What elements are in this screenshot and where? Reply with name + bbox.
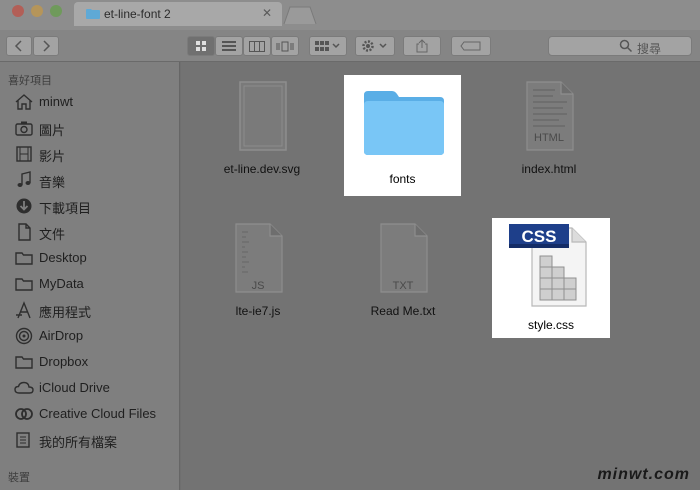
file-item-et-line-dev-svg[interactable]: et-line.dev.svg [207,72,317,182]
camera-icon [15,121,33,136]
sidebar-item-label: 我的所有檔案 [39,435,118,450]
folder-icon [364,91,444,155]
sidebar-item-label: Dropbox [39,354,89,369]
sidebar-item-label: 下載項目 [39,201,92,216]
file-item-fonts[interactable]: fonts [344,75,461,196]
sidebar-item-airdrop[interactable]: AirDrop [0,323,180,349]
cover-flow-button[interactable] [271,36,299,56]
folder-icon [86,9,100,19]
watermark: minwt.com [597,466,690,483]
file-name: style.css [527,318,574,332]
sidebar-item-label: Desktop [39,250,87,265]
apps-icon [16,301,31,319]
sidebar-item-minwt[interactable]: minwt [0,89,180,115]
icon-view-button[interactable] [187,36,215,56]
sidebar-item-desktop[interactable]: Desktop [0,245,180,271]
sidebar-item-label: AirDrop [39,328,84,343]
download-icon [16,198,32,214]
list-icon [222,41,236,51]
film-icon [16,146,32,162]
file-name: fonts [389,172,416,186]
minimize-window-button[interactable] [31,5,43,17]
sidebar-item-mydata[interactable]: MyData [0,271,180,297]
css-file-icon: CSS [509,224,587,307]
sidebar-item-label: 音樂 [39,175,66,190]
close-window-button[interactable] [12,5,24,17]
sidebar-item-label: MyData [39,276,84,291]
sidebar: 喜好項目 minwt 圖片 影片 音樂 下載項目 文件 Desktop MyDa… [0,62,180,490]
gear-icon [362,40,387,52]
file-item-lte-ie7-js[interactable]: JS lte-ie7.js [203,214,313,324]
arrange-button[interactable] [309,36,347,56]
title-bar: et-line-font 2 ✕ [0,0,700,30]
cloud-icon [14,381,34,394]
file-type-badge: HTML [534,132,564,144]
back-button[interactable] [6,36,32,56]
sidebar-item-label: Creative Cloud Files [39,406,157,421]
search-input[interactable]: 搜尋 [548,36,692,56]
sidebar-item-downloads[interactable]: 下載項目 [0,193,180,219]
file-type-badge: TXT [392,280,414,292]
sidebar-item-creative-cloud-files[interactable]: Creative Cloud Files [0,401,180,427]
airdrop-icon [15,327,33,345]
sidebar-item-label: minwt [39,94,73,109]
sidebar-item-movies[interactable]: 影片 [0,141,180,167]
tag-icon [460,41,481,51]
file-browser: et-line.dev.svg fonts HTML index.html JS… [181,62,700,490]
arrange-icon [315,41,340,51]
search-placeholder: 搜尋 [637,42,662,56]
forward-button[interactable] [33,36,59,56]
sidebar-item-all-my-files[interactable]: 我的所有檔案 [0,427,180,453]
file-item-index-html[interactable]: HTML index.html [494,72,604,182]
sidebar-item-applications[interactable]: 應用程式 [0,297,180,323]
sidebar-item-pictures[interactable]: 圖片 [0,115,180,141]
file-name: Read Me.txt [370,304,436,318]
file-name: et-line.dev.svg [223,162,301,176]
cover-flow-icon [276,41,294,51]
sidebar-item-label: iCloud Drive [39,380,110,395]
tags-button[interactable] [451,36,491,56]
chevron-left-icon [14,40,22,52]
tab-close-icon[interactable]: ✕ [262,6,272,20]
sidebar-header-favorites: 喜好項目 [8,75,52,87]
search-icon [619,39,633,53]
sidebar-item-label: 文件 [39,227,66,242]
css-badge-text: CSS [522,227,557,246]
sidebar-item-dropbox[interactable]: Dropbox [0,349,180,375]
document-icon [18,223,31,241]
sidebar-item-documents[interactable]: 文件 [0,219,180,245]
zoom-window-button[interactable] [50,5,62,17]
share-icon [416,39,428,53]
music-icon [17,171,31,187]
sidebar-item-label: 應用程式 [39,305,92,320]
file-name: lte-ie7.js [235,304,281,318]
creative-cloud-icon [15,408,33,420]
action-button[interactable] [355,36,395,56]
sidebar-header-devices: 裝置 [8,472,30,484]
chevron-right-icon [43,40,51,52]
columns-icon [249,40,265,52]
file-type-badge: JS [251,280,265,292]
sidebar-item-icloud-drive[interactable]: iCloud Drive [0,375,180,401]
column-view-button[interactable] [243,36,271,56]
sidebar-item-label: 圖片 [39,123,66,138]
toolbar: 搜尋 [0,30,700,62]
sidebar-item-label: 影片 [39,149,66,164]
folder-icon [15,252,33,265]
sidebar-item-music[interactable]: 音樂 [0,167,180,193]
grid-icon [196,41,206,51]
share-button[interactable] [403,36,441,56]
list-view-button[interactable] [215,36,243,56]
svg-file-icon [239,81,287,151]
folder-icon [15,278,33,291]
file-item-style-css[interactable]: CSS style.css [492,218,610,338]
home-icon [15,94,33,110]
tab-title: et-line-font 2 [104,7,171,21]
folder-icon [15,356,33,369]
file-name: index.html [521,162,577,176]
file-item-read-me-txt[interactable]: TXT Read Me.txt [348,214,458,324]
all-files-icon [16,432,30,448]
new-tab-button[interactable] [282,5,318,25]
tab-et-line-font[interactable]: et-line-font 2 ✕ [74,2,282,26]
